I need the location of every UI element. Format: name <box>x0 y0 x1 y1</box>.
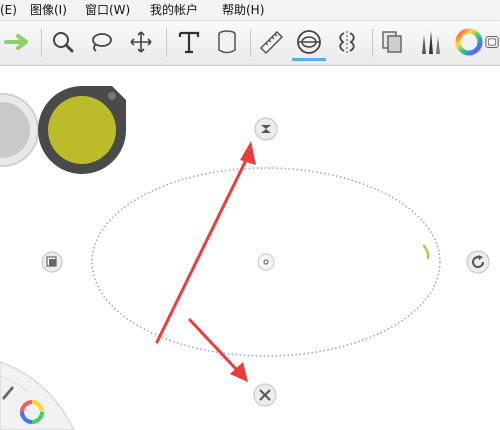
lagoon-menu <box>0 361 75 430</box>
move-icon <box>130 31 152 53</box>
menu-window[interactable]: 窗口(W) <box>85 2 130 18</box>
ellipse-guide-button[interactable] <box>292 25 326 61</box>
menu-bar: (E) 图像(I) 窗口(W) 我的帐户 帮助(H) <box>0 0 500 21</box>
symmetry-icon <box>339 31 355 53</box>
annotation-arrow-down <box>188 318 248 382</box>
lasso-icon <box>92 33 112 52</box>
corner-handle[interactable] <box>40 250 64 278</box>
color-wheel-button[interactable] <box>452 25 486 59</box>
layers-button[interactable] <box>376 25 410 59</box>
symmetry-tool-button[interactable] <box>330 25 364 59</box>
color-wheel-icon <box>455 28 483 56</box>
toolbar-separator <box>250 29 251 57</box>
menu-edit[interactable]: (E) <box>0 2 17 18</box>
rotate-icon <box>466 250 490 274</box>
ruler-icon <box>259 30 284 55</box>
text-tool-button[interactable] <box>172 25 206 59</box>
ruler-tool-button[interactable] <box>254 25 288 59</box>
copic-icon <box>485 36 499 48</box>
toolbar-separator <box>41 29 42 57</box>
brush-set-icon <box>422 31 440 54</box>
close-icon <box>253 383 277 407</box>
zoom-icon <box>53 32 74 53</box>
rotate-handle[interactable] <box>465 249 491 279</box>
annotation-arrow-up <box>155 141 256 344</box>
copic-library-button[interactable] <box>484 25 500 59</box>
zoom-tool-button[interactable] <box>46 25 80 59</box>
ellipse-guide-icon <box>297 29 321 54</box>
redo-button[interactable] <box>2 25 36 59</box>
scale-vertical-icon <box>254 117 278 141</box>
square-corner-icon <box>41 251 63 273</box>
toolbar <box>0 21 500 66</box>
brush-set-button[interactable] <box>414 25 448 59</box>
brush-stroke-mark <box>422 244 430 260</box>
text-icon <box>178 31 200 54</box>
toolbar-separator <box>372 29 373 57</box>
close-guide-button[interactable] <box>252 382 278 412</box>
center-point-icon <box>257 253 275 271</box>
scale-handle[interactable] <box>253 116 279 146</box>
redo-arrow-icon <box>4 34 28 50</box>
toolbar-separator <box>166 29 167 57</box>
move-tool-button[interactable] <box>124 25 158 59</box>
fill-tool-button[interactable] <box>210 25 244 59</box>
menu-image[interactable]: 图像(I) <box>30 2 67 18</box>
layers-icon <box>382 31 402 53</box>
center-handle[interactable] <box>256 252 276 276</box>
menu-account[interactable]: 我的帐户 <box>150 2 198 18</box>
fill-bucket-icon <box>218 30 236 54</box>
menu-help[interactable]: 帮助(H) <box>222 2 264 18</box>
lasso-tool-button[interactable] <box>84 25 118 59</box>
